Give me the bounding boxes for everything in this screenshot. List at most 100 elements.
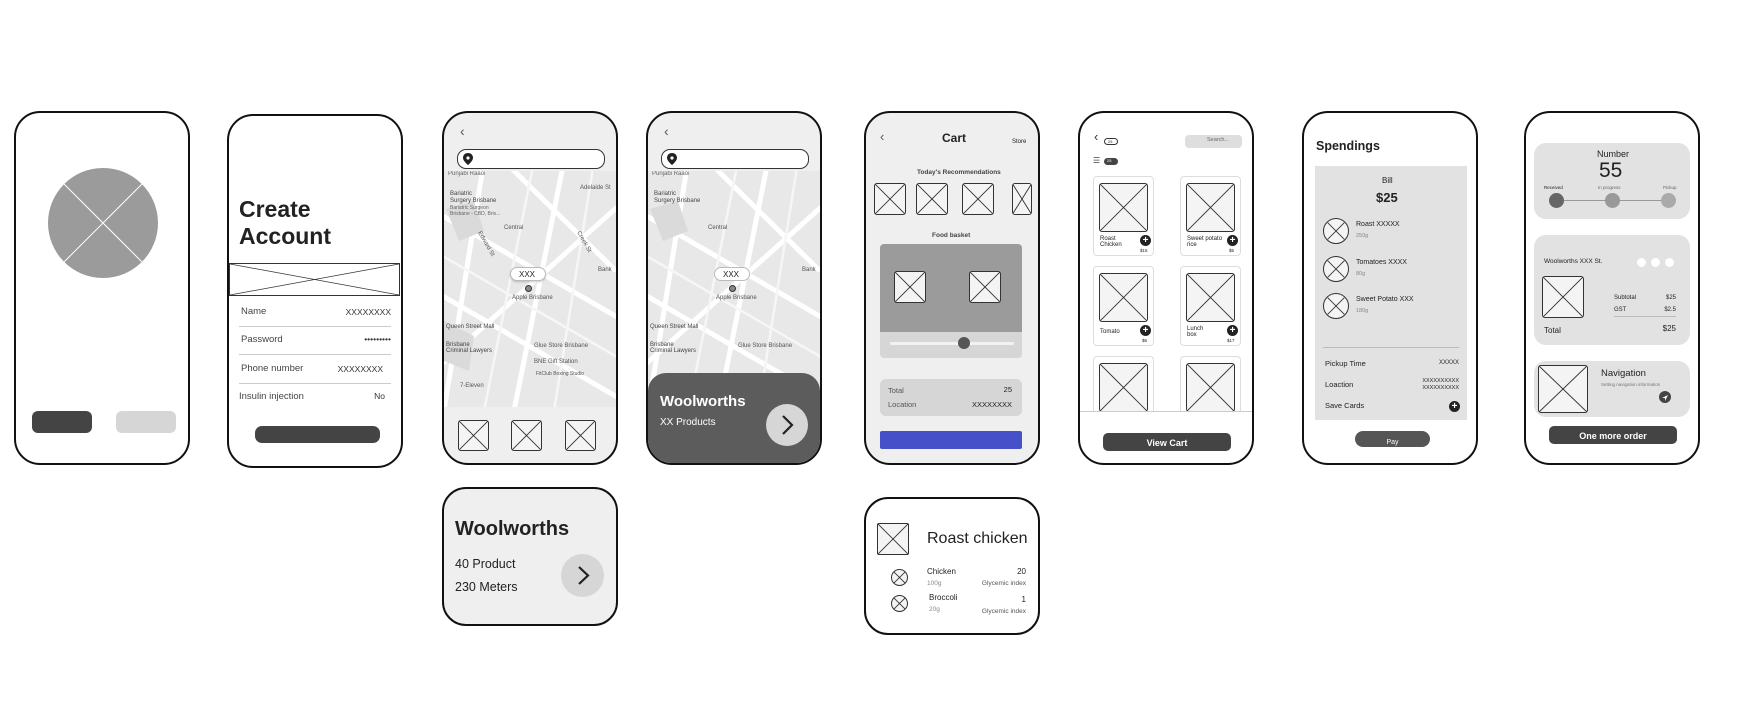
status-dot [1665,258,1674,267]
go-arrow-button[interactable] [766,404,808,446]
map-label: Glue Store Brisbane [738,343,793,349]
add-card-icon[interactable]: + [1449,401,1460,412]
store-distance: 230 Meters [455,580,518,594]
bottom-divider [1080,411,1252,412]
search-placeholder: Search... [1207,137,1230,143]
section-title: Food basket [932,232,971,239]
store-thumb[interactable] [458,420,489,451]
location-search-input[interactable] [661,149,809,169]
location-pin-icon [463,153,473,165]
basket-item[interactable] [894,271,926,303]
splash-screen [14,111,190,465]
pay-button[interactable]: Pay [1355,431,1430,447]
one-more-order-label: One more order [1579,431,1647,441]
chevron-right-icon [578,566,590,585]
order-image [1542,276,1584,318]
product-card[interactable] [1093,356,1154,411]
product-card[interactable]: Lunch box + $17 [1180,266,1241,346]
navigate-arrow-icon[interactable] [1659,391,1671,403]
map-label: Bariatric [654,191,677,197]
back-icon[interactable]: ‹ [664,123,669,139]
bill-label: Bill [1382,176,1393,185]
field-label: Insulin injection [239,391,304,402]
ingredient-name: Chicken [927,567,956,576]
ingredient-icon [891,595,908,612]
go-arrow-button[interactable] [561,554,604,597]
ingredient-name: Broccoli [929,593,958,602]
divider [1614,316,1676,317]
map-label: Queen Street Mall [446,324,495,330]
store-product-count: XX Products [660,417,716,428]
recommendation-item[interactable] [962,183,994,215]
ingredient-value: 1 [1021,595,1026,604]
store-card[interactable]: Woolworths XX Products [648,373,820,463]
item-weight: 80g [1356,271,1366,277]
store-marker[interactable]: XXX [714,267,750,281]
product-price: $15 [1140,248,1148,253]
add-icon[interactable]: + [1227,325,1238,336]
basket-slider-track [890,342,1014,345]
nutrition-card: Roast chicken Chicken 100g 20 Glycemic i… [864,497,1040,635]
one-more-order-button[interactable]: One more order [1549,426,1677,444]
item-weight: 250g [1356,233,1369,239]
store-marker[interactable]: XXX [510,267,546,281]
cart-summary: Total 25 Location XXXXXXXX [880,379,1022,416]
product-image [1099,363,1148,411]
checkout-button[interactable] [880,431,1022,449]
recommendation-item[interactable] [874,183,906,215]
basket-slider-handle[interactable] [958,337,970,349]
item-name: Tomatoes XXXX [1356,259,1407,266]
back-icon[interactable]: ‹ [880,129,884,144]
product-name: Sweet potato rice [1187,236,1223,248]
recommendation-item[interactable] [1012,183,1032,215]
map-store-screen: ‹ Punjabi Raaoi Bariatric Surgery Brisba… [646,111,822,465]
field-label: Password [241,334,283,345]
page-title-line1: Create [239,196,311,222]
recommendation-item[interactable] [916,183,948,215]
basket-item[interactable] [969,271,1001,303]
product-price: $5 [1229,248,1235,253]
store-thumb[interactable] [565,420,596,451]
map-view[interactable]: Punjabi Raaoi Bariatric Surgery Brisbane… [648,171,820,407]
store-link[interactable]: Store [1012,139,1026,145]
product-card[interactable]: Tomato + $6 [1093,266,1154,346]
view-cart-button[interactable]: View Cart [1103,433,1231,451]
field-phone-number[interactable]: Phone number XXXXXXXX [239,359,391,384]
field-insulin-injection[interactable]: Insulin injection No [239,387,391,412]
field-password[interactable]: Password ••••••••• [239,330,391,355]
product-card[interactable]: Sweet potato rice + $5 [1180,176,1241,256]
submit-button[interactable] [255,426,380,443]
store-name: Woolworths XXX St. [1544,258,1603,265]
search-input[interactable]: Search... [1185,135,1242,148]
store-thumb[interactable] [511,420,542,451]
map-view[interactable]: Punjabi Raaoi Bariatric Surgery Brisbane… [444,171,616,407]
product-card[interactable] [1180,356,1241,411]
ingredient-weight: 20g [929,606,940,613]
field-name[interactable]: Name XXXXXXXX [239,302,391,327]
location-search-input[interactable] [457,149,605,169]
subtotal-label: Subtotal [1614,295,1637,301]
add-icon[interactable]: + [1140,325,1151,336]
ingredient-value: 20 [1017,567,1026,576]
navigation-card[interactable]: Navigation Setting navigation informatio… [1534,361,1690,417]
filter-icon[interactable]: ☰ [1093,156,1100,165]
store-popup-card[interactable]: Woolworths 40 Product 230 Meters [442,487,618,626]
shop-screen: ‹ 25 Search... ☰ 25 Roast Chicken + $15 … [1078,111,1254,465]
cart-badge[interactable]: 25 [1104,138,1118,145]
order-summary-card: Woolworths XXX St. Subtotal $25 GST $2.5… [1534,235,1690,345]
view-cart-label: View Cart [1146,438,1188,448]
product-price: $17 [1227,338,1235,343]
secondary-button[interactable] [116,411,176,433]
add-icon[interactable]: + [1140,235,1151,246]
bill-panel: Bill $25 Roast XXXXX 250g Tomatoes XXXX … [1315,166,1467,420]
divider [1323,347,1459,348]
add-icon[interactable]: + [1227,235,1238,246]
product-card[interactable]: Roast Chicken + $15 [1093,176,1154,256]
badge-count: 25 [1108,139,1113,144]
step-label: Pickup [1663,185,1677,190]
back-icon[interactable]: ‹ [1094,129,1098,144]
primary-button[interactable] [32,411,92,433]
back-icon[interactable]: ‹ [460,123,465,139]
ingredient-metric: Glycemic index [981,580,1026,587]
location-pin-icon [667,153,677,165]
